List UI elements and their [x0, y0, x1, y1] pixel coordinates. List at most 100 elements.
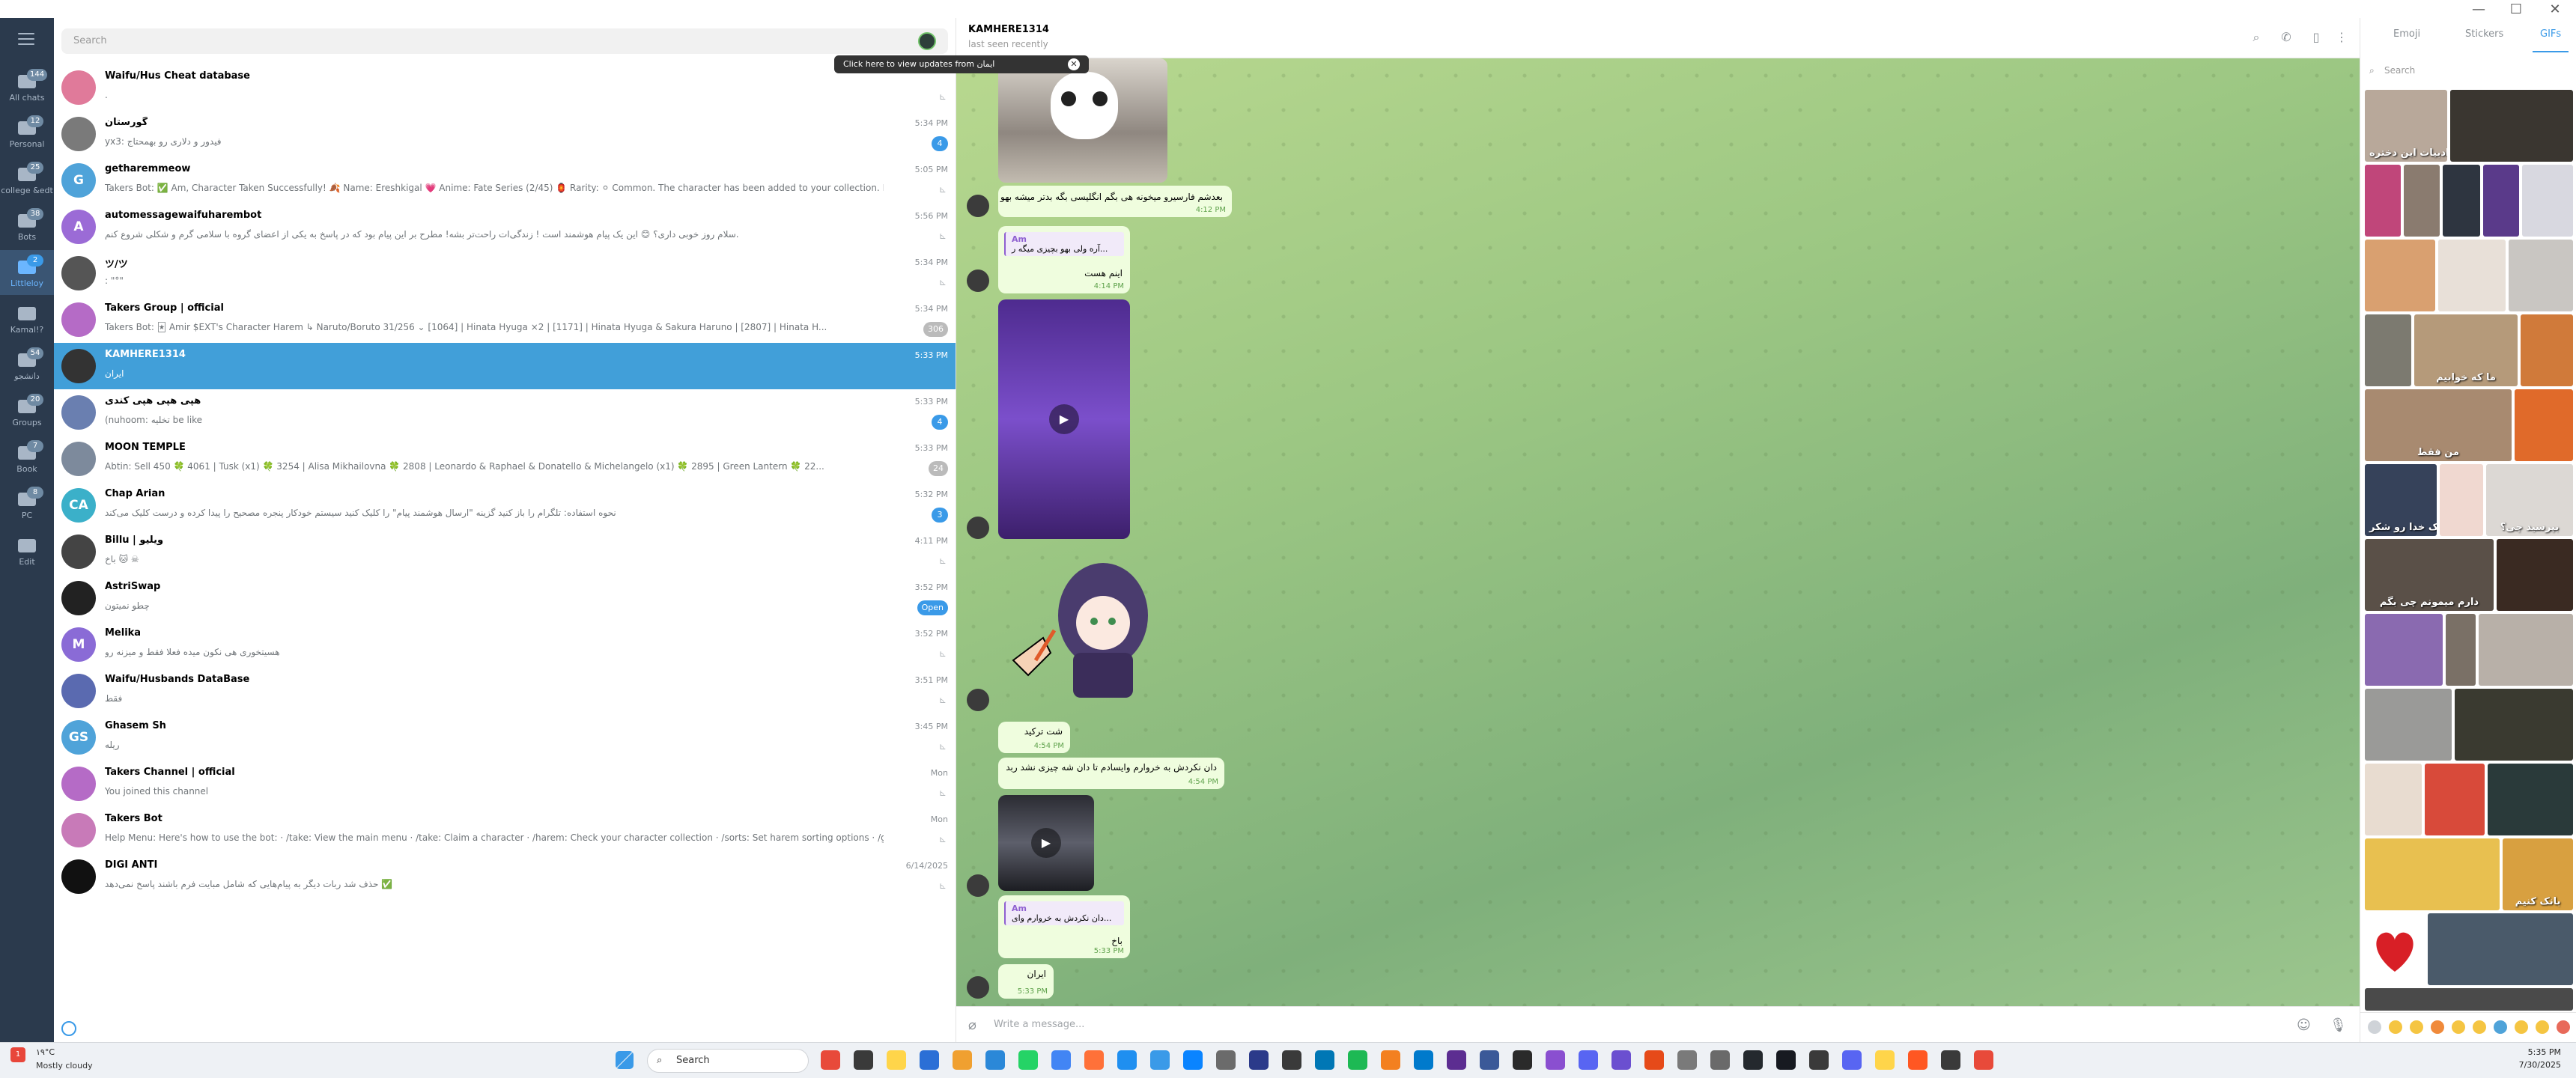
menu-icon[interactable] — [18, 33, 34, 45]
tab-emoji[interactable]: Emoji — [2393, 28, 2420, 40]
taskbar-app-icon[interactable] — [1579, 1050, 1598, 1070]
chat-row[interactable]: Takers Bot Help Menu: Here's how to use t… — [54, 807, 956, 853]
taskbar-app-icon[interactable] — [1809, 1050, 1829, 1070]
message-bubble[interactable]: Am دان نکردش به خروارم وای... باخ 5:33 P… — [998, 895, 1130, 958]
sender-avatar[interactable] — [967, 689, 989, 711]
chat-row[interactable]: ツ/ツ: "°" 5:34 PM ⊾ — [54, 250, 956, 296]
taskbar-app-icon[interactable] — [1018, 1050, 1038, 1070]
gif-item[interactable]: ما که خوابیم — [2414, 314, 2518, 386]
gif-search-input[interactable]: ⌕ Search — [2368, 60, 2570, 81]
taskbar-search[interactable]: ⌕ Search — [647, 1049, 809, 1073]
chat-row[interactable]: Billu | ویلیو باخ 🐱 ☠ 4:11 PM ⊾ — [54, 529, 956, 575]
gif-item[interactable] — [2365, 614, 2443, 686]
emoji-set-icon[interactable] — [2515, 1020, 2528, 1034]
message-bubble[interactable]: شت ترکید 4:54 PM — [998, 722, 1070, 753]
gif-item[interactable] — [2479, 614, 2573, 686]
gif-item[interactable] — [2404, 165, 2440, 237]
folder-10[interactable]: Edit — [0, 529, 54, 573]
taskbar-app-icon[interactable] — [1249, 1050, 1269, 1070]
taskbar-app-icon[interactable] — [1776, 1050, 1796, 1070]
chat-row[interactable]: Takers Group | official Takers Bot: 🃏 Ami… — [54, 296, 956, 343]
heart-gif[interactable] — [2365, 913, 2425, 985]
gif-item[interactable] — [2438, 240, 2506, 311]
chat-row[interactable]: Waifu/Husbands DataBase فقط 3:51 PM ⊾ — [54, 668, 956, 714]
taskbar-app-icon[interactable] — [1216, 1050, 1236, 1070]
video-message[interactable]: ▶ — [998, 795, 1094, 891]
taskbar-app-icon[interactable] — [1447, 1050, 1466, 1070]
chat-row[interactable]: DIGI ANTI حذف شد ربات دیگر به پیام‌هایی ک… — [54, 853, 956, 900]
gif-item[interactable] — [2365, 689, 2452, 761]
taskbar-app-icon[interactable] — [1084, 1050, 1104, 1070]
message-bubble[interactable]: ایران 5:33 PM — [998, 964, 1054, 999]
gif-item[interactable] — [2365, 165, 2401, 237]
taskbar-app-icon[interactable] — [1842, 1050, 1862, 1070]
chat-row[interactable]: GS Ghasem Sh ریله 3:45 PM ⊾ — [54, 714, 956, 761]
gif-item[interactable]: بوک خدا رو شکر — [2365, 464, 2437, 536]
gif-item[interactable] — [2509, 240, 2573, 311]
taskbar-app-icon[interactable] — [1743, 1050, 1763, 1070]
gif-item[interactable] — [2440, 464, 2483, 536]
emoji-set-icon[interactable] — [2452, 1020, 2465, 1034]
minimize-button[interactable]: — — [2462, 0, 2495, 18]
sender-avatar[interactable] — [967, 874, 989, 897]
taskbar-app-icon[interactable] — [1908, 1050, 1928, 1070]
close-button[interactable]: ✕ — [2539, 0, 2572, 18]
folder-3[interactable]: 38 Bots — [0, 204, 54, 249]
video-message[interactable]: ▶ — [998, 299, 1130, 539]
chat-title[interactable]: KAMHERE1314 — [968, 24, 1049, 35]
chat-row[interactable]: CA Chap Arian نحوه استفاده: تلگرام را باز … — [54, 482, 956, 529]
attach-icon[interactable]: ⌀ — [968, 1017, 976, 1033]
anime-sticker[interactable] — [998, 548, 1167, 713]
taskbar-app-icon[interactable] — [1414, 1050, 1433, 1070]
chat-row[interactable]: Ggetharemmeow Takers Bot: ✅ Am, Character… — [54, 157, 956, 204]
gif-item[interactable] — [2425, 764, 2485, 835]
gif-item[interactable] — [2488, 764, 2573, 835]
gif-item[interactable] — [2515, 389, 2573, 461]
sidebar-toggle-icon[interactable]: ▯ — [2309, 30, 2324, 45]
folder-6[interactable]: 54 دانشجو — [0, 343, 54, 388]
tab-stickers[interactable]: Stickers — [2465, 28, 2503, 40]
emoji-set-icon[interactable] — [2410, 1020, 2423, 1034]
play-icon[interactable]: ▶ — [1031, 828, 1061, 858]
gif-item[interactable] — [2521, 314, 2573, 386]
sender-avatar[interactable] — [967, 517, 989, 539]
message-input[interactable]: Write a message... — [994, 1019, 1084, 1030]
chat-row[interactable]: KAMHERE1314 ایران 5:33 PM — [54, 343, 956, 389]
shield-icon[interactable] — [61, 1021, 76, 1036]
chat-row[interactable]: MOON TEMPLE Abtin: Sell 450 🍀 4061 | Tusk… — [54, 436, 956, 482]
gif-item[interactable] — [2365, 314, 2411, 386]
taskbar-app-icon[interactable] — [1480, 1050, 1499, 1070]
gif-item[interactable]: بپرسید چی؟ — [2486, 464, 2573, 536]
gif-item[interactable] — [2365, 240, 2435, 311]
taskbar-app-icon[interactable] — [985, 1050, 1005, 1070]
gif-item[interactable] — [2365, 838, 2500, 910]
taskbar-app-icon[interactable] — [1348, 1050, 1367, 1070]
chat-row[interactable]: Waifu/Hus Cheat database. ⊾ — [54, 64, 956, 111]
chat-row[interactable]: گورستان yx3: فیدور و دلاری رو بهمحتاج 5:34… — [54, 111, 956, 157]
taskbar-app-icon[interactable] — [854, 1050, 873, 1070]
gif-item[interactable] — [2455, 689, 2573, 761]
emoji-set-icon[interactable] — [2389, 1020, 2402, 1034]
search-icon[interactable]: ⌕ — [2249, 30, 2264, 45]
taskbar-app-icon[interactable] — [1974, 1050, 1993, 1070]
taskbar-app-icon[interactable] — [1677, 1050, 1697, 1070]
gif-item[interactable]: من فقط — [2365, 389, 2512, 461]
system-clock[interactable]: 5:35 PM 7/30/2025 — [2519, 1047, 2561, 1070]
taskbar-app-icon[interactable] — [1513, 1050, 1532, 1070]
taskbar-app-icon[interactable] — [953, 1050, 972, 1070]
tooltip-close-icon[interactable]: ✕ — [1068, 58, 1080, 70]
chat-row[interactable]: Aautomessagewaifuharembot سلام روز خوبی د… — [54, 204, 956, 250]
gif-item[interactable] — [2428, 913, 2573, 985]
message-bubble[interactable]: Am آره ولی بهو بچیزی میگه ر... اینم هست … — [998, 226, 1130, 293]
taskbar-app-icon[interactable] — [1150, 1050, 1170, 1070]
gif-item[interactable] — [2483, 165, 2519, 237]
recent-icon[interactable] — [2368, 1020, 2381, 1034]
reply-quote[interactable]: Am دان نکردش به خروارم وای... — [1004, 901, 1124, 925]
sender-avatar[interactable] — [967, 270, 989, 292]
phone-icon[interactable]: ✆ — [2279, 30, 2294, 45]
message-bubble[interactable]: بعدشم فارسیرو میخونه هی بگم انگلیسی بگه … — [998, 186, 1232, 217]
chat-row[interactable]: هپی هپی هپی کندی (nuhoom: تخلیه be like 5:… — [54, 389, 956, 436]
taskbar-app-icon[interactable] — [1875, 1050, 1895, 1070]
gif-item[interactable]: ادبیات این دختره — [2365, 90, 2447, 162]
taskbar-app-icon[interactable] — [887, 1050, 906, 1070]
